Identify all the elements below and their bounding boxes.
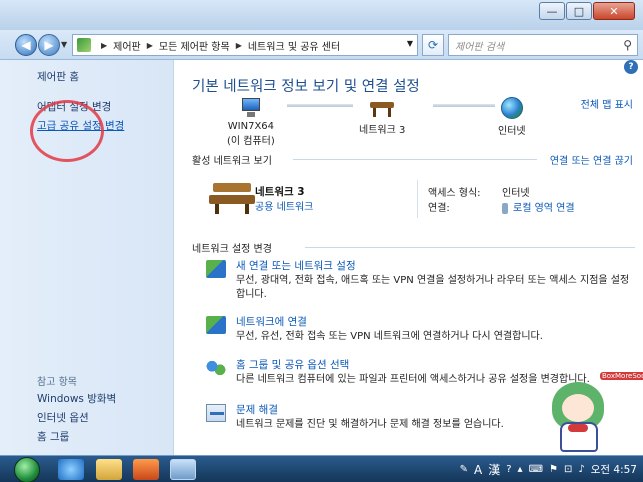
task-title[interactable]: 네트워크에 연결 (236, 314, 307, 329)
clock[interactable]: 오전 4:57 (591, 462, 637, 477)
internet-explorer-icon[interactable] (58, 459, 84, 480)
network-setup-icon (206, 260, 226, 278)
refresh-button[interactable]: ⟳ (422, 34, 444, 56)
connection-link[interactable]: 로컬 영역 연결 (502, 199, 575, 214)
bench-icon (369, 98, 395, 118)
active-network-icon (209, 183, 255, 215)
breadcrumb-item[interactable]: 제어판 (113, 38, 141, 53)
address-dropdown-icon[interactable]: ▼ (407, 39, 413, 48)
ime-mode-indicator[interactable]: A (474, 463, 482, 477)
mascot-character: BoxMoreSoon (538, 372, 643, 456)
breadcrumb-item[interactable]: 모든 제어판 항목 (159, 38, 230, 53)
breadcrumb[interactable]: ▶ 제어판 ▶ 모든 제어판 항목 ▶ 네트워크 및 공유 센터 ▼ (72, 34, 418, 56)
mascot-tag: BoxMoreSoon (600, 372, 643, 380)
task-title[interactable]: 문제 해결 (236, 402, 278, 417)
computer-name: WIN7X64 (227, 121, 275, 132)
tray-expand-icon[interactable]: ▴ (518, 464, 523, 475)
task-description: 무선, 광대역, 전화 접속, 애드혹 또는 VPN 연결을 설정하거나 라우터… (236, 275, 630, 300)
section-divider (305, 247, 635, 248)
ime-help-icon[interactable]: ? (506, 464, 511, 475)
task-title[interactable]: 새 연결 또는 네트워크 설정 (236, 258, 356, 273)
minimize-button[interactable]: — (539, 2, 565, 20)
connect-disconnect-link[interactable]: 연결 또는 연결 끊기 (550, 152, 633, 167)
sidebar-item-home[interactable]: 제어판 홈 (37, 69, 79, 84)
full-map-link[interactable]: 전체 맵 표시 (581, 96, 633, 111)
section-divider (293, 159, 537, 160)
taskbar: ✎ A 漢 ? ▴ ⌨ ⚑ ⊡ ♪ 오전 4:57 (0, 455, 643, 482)
troubleshoot-icon (206, 404, 226, 422)
search-input[interactable]: 제어판 검색 ⚲ (448, 34, 638, 56)
control-panel-taskbar-icon[interactable] (170, 459, 196, 480)
breadcrumb-item[interactable]: 네트워크 및 공유 센터 (248, 38, 340, 53)
task-description: 무선, 유선, 전화 접속 또는 VPN 네트워크에 연결하거나 다시 연결합니… (236, 331, 543, 342)
connection-value: 로컬 영역 연결 (513, 203, 575, 214)
control-panel-icon (77, 38, 91, 52)
see-also-header: 참고 항목 (37, 377, 77, 388)
access-type-label: 액세스 형식: (428, 188, 481, 199)
network-name: 네트워크 3 (359, 125, 406, 136)
maximize-button[interactable]: □ (566, 2, 592, 20)
network-type-link[interactable]: 공용 네트워크 (255, 198, 313, 213)
active-network-name: 네트워크 3 (255, 186, 305, 198)
help-icon[interactable]: ? (624, 60, 638, 74)
connection-label: 연결: (428, 203, 450, 214)
internet-label: 인터넷 (498, 126, 526, 137)
media-player-icon[interactable] (133, 459, 159, 480)
recent-pages-chevron-icon[interactable]: ▼ (61, 40, 67, 49)
sidebar-item-firewall[interactable]: Windows 방화벽 (37, 391, 116, 406)
annotation-circle (30, 100, 104, 162)
keyboard-icon[interactable]: ⌨ (529, 464, 543, 475)
window-titlebar: — □ ✕ (0, 0, 643, 30)
map-node-computer[interactable]: WIN7X64 (이 컴퓨터) (227, 98, 275, 147)
action-center-icon[interactable]: ⚑ (549, 464, 558, 475)
file-explorer-icon[interactable] (96, 459, 122, 480)
access-type-value: 인터넷 (502, 188, 530, 199)
breadcrumb-separator-icon[interactable]: ▶ (236, 41, 242, 50)
ethernet-plug-icon (502, 202, 508, 214)
hanja-indicator[interactable]: 漢 (488, 461, 500, 478)
sidebar-item-homegroup[interactable]: 홈 그룹 (37, 429, 69, 444)
map-connector (433, 104, 495, 107)
search-placeholder: 제어판 검색 (455, 41, 505, 53)
back-button[interactable]: ◀ (15, 34, 37, 56)
language-bar-icon[interactable]: ✎ (460, 464, 468, 475)
start-button[interactable] (14, 457, 40, 482)
volume-icon[interactable]: ♪ (578, 464, 584, 475)
window-controls: — □ ✕ (538, 2, 635, 20)
network-tray-icon[interactable]: ⊡ (564, 464, 572, 475)
close-button[interactable]: ✕ (593, 2, 635, 20)
globe-icon (500, 97, 523, 119)
vertical-divider (417, 180, 418, 218)
map-node-internet[interactable]: 인터넷 (498, 97, 526, 137)
task-title[interactable]: 홈 그룹 및 공유 옵션 선택 (236, 357, 349, 372)
address-bar: ◀ ▶ ▼ ▶ 제어판 ▶ 모든 제어판 항목 ▶ 네트워크 및 공유 센터 ▼… (0, 30, 643, 60)
forward-button[interactable]: ▶ (38, 34, 60, 56)
search-icon[interactable]: ⚲ (623, 38, 632, 52)
network-connect-icon (206, 316, 226, 334)
change-settings-header: 네트워크 설정 변경 (192, 244, 272, 255)
homegroup-icon (206, 359, 226, 377)
breadcrumb-separator-icon[interactable]: ▶ (147, 41, 153, 50)
system-tray: ✎ A 漢 ? ▴ ⌨ ⚑ ⊡ ♪ 오전 4:57 (454, 456, 643, 482)
computer-subtitle: (이 컴퓨터) (227, 136, 275, 147)
computer-icon (239, 98, 263, 118)
breadcrumb-separator-icon[interactable]: ▶ (101, 41, 107, 50)
active-networks-header: 활성 네트워크 보기 (192, 156, 272, 167)
map-node-network[interactable]: 네트워크 3 (359, 98, 405, 136)
page-title: 기본 네트워크 정보 보기 및 연결 설정 (192, 79, 420, 95)
map-connector (287, 104, 353, 107)
sidebar-item-internet-options[interactable]: 인터넷 옵션 (37, 410, 89, 425)
